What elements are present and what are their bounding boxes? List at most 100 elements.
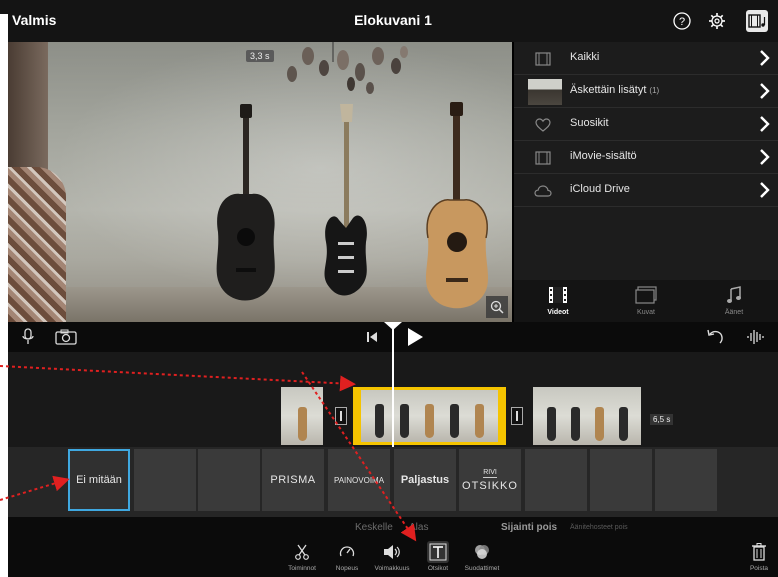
title-style-paljastus[interactable]: Paljastus — [394, 449, 456, 511]
browser-row-favorites[interactable]: Suosikit — [514, 108, 778, 141]
undo-icon[interactable] — [704, 326, 726, 348]
browser-tab-bar: Videot Kuvat Äänet — [514, 280, 778, 322]
sound-effects-off-option[interactable]: Äänitehosteet pois — [570, 524, 628, 531]
timeline-clip[interactable] — [533, 387, 641, 445]
speedometer-icon — [339, 541, 355, 563]
browser-row-label: Suosikit — [570, 117, 609, 129]
position-down-option[interactable]: Alas — [409, 522, 428, 533]
skip-to-start-icon[interactable] — [364, 326, 380, 348]
top-bar: Valmis Elokuvani 1 ? — [8, 0, 778, 42]
titles-tool[interactable]: Otsikot — [416, 541, 460, 577]
guitar-thumb — [375, 404, 384, 438]
speed-tool[interactable]: Nopeus — [325, 541, 369, 577]
tab-audio[interactable]: Äänet — [690, 280, 778, 322]
scissors-icon — [295, 541, 309, 563]
rivi-big-text: OTSIKKO — [462, 479, 518, 492]
tool-label: Toiminnot — [288, 565, 316, 572]
title-style-blank[interactable] — [655, 449, 717, 511]
browser-row-label: Kaikki — [570, 51, 600, 63]
guitar-thumb — [475, 404, 484, 438]
tool-label: Voimakkuus — [374, 565, 410, 572]
browser-row-recently-added[interactable]: Äskettäin lisätyt (1) — [514, 75, 778, 108]
svg-text:?: ? — [679, 16, 685, 28]
guitar-thumb — [400, 404, 409, 438]
chevron-right-icon — [760, 116, 770, 132]
timeline-clip[interactable] — [281, 387, 323, 445]
location-off-option[interactable]: Sijainti pois — [501, 522, 557, 533]
title-style-blank[interactable] — [198, 449, 260, 511]
title-style-rivi[interactable]: RIVI OTSIKKO — [459, 449, 521, 511]
hanging-decoration — [287, 42, 408, 94]
film-icon — [532, 149, 554, 166]
delete-tool[interactable]: Poista — [737, 541, 778, 577]
title-styles-strip: Ei mitään PRISMA PAINOVOIMA Paljastus RI… — [8, 447, 778, 517]
browser-row-imovie-content[interactable]: iMovie-sisältö — [514, 141, 778, 174]
natural-acoustic-guitar — [425, 102, 489, 309]
item-count: (1) — [649, 86, 660, 95]
guitars-illustration — [216, 42, 489, 309]
volume-tool[interactable]: Voimakkuus — [370, 541, 414, 577]
chevron-right-icon — [760, 83, 770, 99]
audio-waveform-icon[interactable] — [744, 326, 766, 348]
filters-icon — [473, 541, 491, 563]
rivi-small-text: RIVI — [483, 468, 497, 478]
page-margin — [0, 0, 8, 577]
media-library-icon[interactable] — [746, 10, 768, 32]
tab-videos[interactable]: Videot — [514, 280, 602, 322]
photos-icon — [635, 285, 657, 305]
black-acoustic-guitar — [216, 104, 275, 301]
music-note-icon — [726, 285, 742, 305]
transition-icon[interactable] — [335, 407, 347, 425]
guitar-thumb — [425, 404, 434, 438]
speaker-icon — [383, 541, 401, 563]
guitar-thumb — [618, 407, 628, 441]
help-icon[interactable]: ? — [671, 10, 693, 32]
chevron-right-icon — [760, 182, 770, 198]
heart-icon — [532, 116, 554, 133]
title-style-prisma[interactable]: PRISMA — [262, 449, 324, 511]
clip-thumbnail — [281, 387, 323, 445]
browser-row-label: iMovie-sisältö — [570, 150, 637, 162]
title-style-painovoima[interactable]: PAINOVOIMA — [328, 449, 390, 511]
browser-row-label: iCloud Drive — [570, 183, 630, 195]
zoom-icon[interactable] — [486, 296, 508, 318]
play-icon[interactable] — [404, 326, 426, 348]
microphone-icon[interactable] — [20, 326, 36, 348]
settings-gear-icon[interactable] — [706, 10, 728, 32]
media-browser: Kaikki Äskettäin lisätyt (1) Suosikit iMo… — [514, 42, 778, 322]
title-position-options: Keskelle Alas Sijainti pois Äänitehostee… — [8, 517, 778, 539]
tool-label: Suodattimet — [464, 565, 500, 572]
clip-duration-label: 6,5 s — [650, 414, 674, 425]
recent-thumbnail — [528, 79, 562, 105]
browser-row-icloud-drive[interactable]: iCloud Drive — [514, 174, 778, 207]
position-center-option[interactable]: Keskelle — [355, 522, 393, 533]
guitar-thumb — [570, 407, 580, 441]
clip-duration-badge: 3,3 s — [246, 50, 274, 62]
clip-thumbnail — [533, 387, 641, 445]
camera-icon[interactable] — [54, 326, 78, 348]
actions-tool[interactable]: Toiminnot — [280, 541, 324, 577]
playhead[interactable] — [392, 322, 394, 447]
film-icon — [548, 285, 568, 305]
tab-photos[interactable]: Kuvat — [602, 280, 690, 322]
selected-timeline-clip[interactable] — [353, 387, 506, 445]
clip-thumbnail — [361, 390, 498, 442]
imovie-app: Valmis Elokuvani 1 ? 3,3 s Kaikki Äskett… — [8, 0, 778, 577]
title-style-none[interactable]: Ei mitään — [68, 449, 130, 511]
title-style-blank[interactable] — [525, 449, 587, 511]
chevron-right-icon — [760, 149, 770, 165]
title-style-blank[interactable] — [134, 449, 196, 511]
film-icon — [532, 50, 554, 67]
tool-label: Poista — [749, 565, 769, 572]
tab-label: Äänet — [724, 309, 744, 316]
browser-row-all[interactable]: Kaikki — [514, 42, 778, 75]
title-style-blank[interactable] — [590, 449, 652, 511]
transition-icon[interactable] — [511, 407, 523, 425]
video-viewer[interactable]: 3,3 s — [8, 42, 512, 322]
bottom-toolbar: Toiminnot Nopeus Voimakkuus Otsikot Suod… — [8, 539, 778, 577]
tab-label: Kuvat — [637, 309, 655, 316]
cloud-icon — [532, 182, 554, 199]
guitar-thumb — [594, 407, 604, 441]
tool-label: Nopeus — [335, 565, 359, 572]
filters-tool[interactable]: Suodattimet — [460, 541, 504, 577]
